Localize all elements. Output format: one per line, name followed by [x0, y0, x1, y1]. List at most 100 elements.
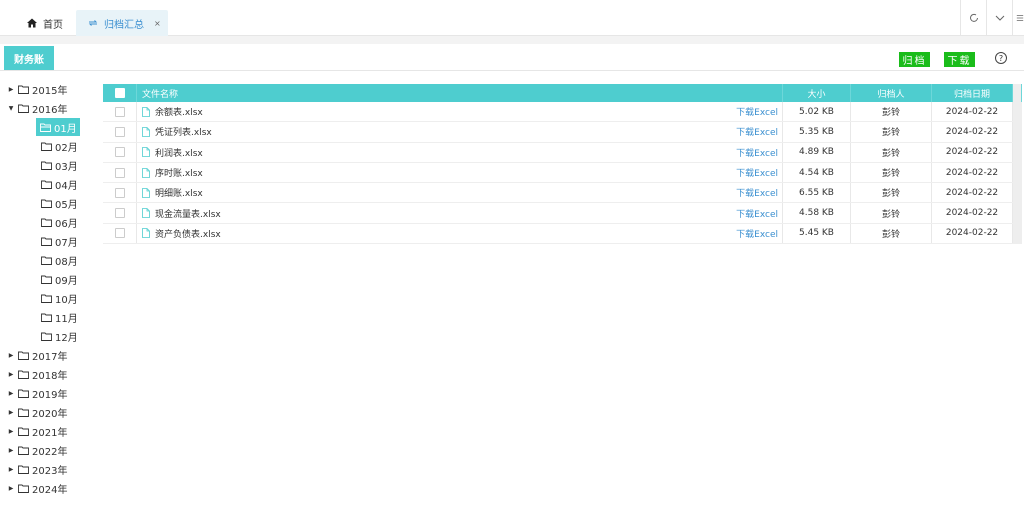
- tree-year-6[interactable]: ▶ 2021年: [6, 422, 67, 440]
- download-button[interactable]: 下载: [944, 52, 975, 67]
- settings-button[interactable]: [1012, 0, 1024, 36]
- name-cell: 利润表.xlsx 下载Excel: [137, 142, 783, 162]
- tree-month-0[interactable]: 01月: [36, 118, 80, 136]
- row-check-cell: [103, 102, 137, 122]
- select-all-cell: [103, 84, 137, 102]
- caret-right-icon[interactable]: ▶: [6, 466, 16, 473]
- caret-right-icon[interactable]: ▶: [6, 371, 16, 378]
- tree-month-label: 01月: [54, 123, 77, 135]
- tree-year-8[interactable]: ▶ 2023年: [6, 460, 67, 478]
- folder-icon: [18, 465, 29, 474]
- folder-icon: [18, 85, 29, 94]
- tree-month-11[interactable]: 12月: [39, 327, 78, 345]
- size-cell: 5.35 KB: [783, 122, 851, 142]
- caret-right-icon[interactable]: ▶: [6, 447, 16, 454]
- row-checkbox[interactable]: [114, 126, 125, 137]
- row-checkbox[interactable]: [114, 167, 125, 178]
- table-row[interactable]: 资产负债表.xlsx 下载Excel 5.45 KB 彭铃 2024-02-22: [103, 223, 1022, 245]
- date-cell: 2024-02-22: [932, 162, 1013, 183]
- caret-down-icon[interactable]: ▼: [6, 105, 16, 112]
- header-user: 归档人: [851, 84, 932, 102]
- file-name: 明细账.xlsx: [155, 189, 203, 200]
- tree-month-label: 05月: [55, 199, 78, 211]
- tree-year-label: 2022年: [32, 446, 68, 458]
- tree-year-0[interactable]: ▶ 2015年: [6, 80, 67, 98]
- row-scroll-gutter: [1013, 102, 1022, 122]
- reload-button[interactable]: [960, 0, 986, 36]
- table-row[interactable]: 现金流量表.xlsx 下载Excel 4.58 KB 彭铃 2024-02-22: [103, 203, 1022, 224]
- tree-year-label: 2024年: [32, 484, 68, 496]
- table-header: 文件名称 大小 归档人 归档日期: [103, 84, 1022, 102]
- tree-year-1[interactable]: ▼ 2016年: [6, 99, 67, 117]
- divider: [0, 70, 1024, 71]
- close-icon[interactable]: ×: [154, 19, 161, 28]
- row-checkbox[interactable]: [114, 187, 125, 198]
- download-excel-link[interactable]: 下载Excel: [736, 186, 778, 199]
- caret-right-icon[interactable]: ▶: [6, 86, 16, 93]
- tab-home[interactable]: 首页: [20, 10, 75, 36]
- tree-month-9[interactable]: 10月: [39, 289, 78, 307]
- help-icon[interactable]: ?: [995, 52, 1007, 64]
- row-check-cell: [103, 183, 137, 203]
- row-scroll-gutter: [1013, 183, 1022, 203]
- folder-icon: [18, 351, 29, 360]
- download-excel-link[interactable]: 下载Excel: [736, 207, 778, 220]
- refresh-icon: [88, 20, 98, 26]
- name-cell: 序时账.xlsx 下载Excel: [137, 162, 783, 183]
- tree-year-3[interactable]: ▶ 2018年: [6, 365, 67, 383]
- row-checkbox[interactable]: [114, 228, 125, 239]
- folder-open-icon: [40, 123, 51, 132]
- name-cell: 余额表.xlsx 下载Excel: [137, 102, 783, 122]
- table-row[interactable]: 凭证列表.xlsx 下载Excel 5.35 KB 彭铃 2024-02-22: [103, 122, 1022, 143]
- row-scroll-gutter: [1013, 162, 1022, 183]
- download-excel-link[interactable]: 下载Excel: [736, 146, 778, 159]
- tree-month-label: 10月: [55, 294, 78, 306]
- table-row[interactable]: 序时账.xlsx 下载Excel 4.54 KB 彭铃 2024-02-22: [103, 162, 1022, 184]
- tree-month-4[interactable]: 05月: [39, 194, 78, 212]
- table-row[interactable]: 利润表.xlsx 下载Excel 4.89 KB 彭铃 2024-02-22: [103, 142, 1022, 163]
- tree-month-8[interactable]: 09月: [39, 270, 78, 288]
- row-checkbox[interactable]: [114, 147, 125, 158]
- tree-year-4[interactable]: ▶ 2019年: [6, 384, 67, 402]
- caret-right-icon[interactable]: ▶: [6, 428, 16, 435]
- archive-button[interactable]: 归档: [899, 52, 930, 67]
- tree-month-2[interactable]: 03月: [39, 156, 78, 174]
- tree-month-7[interactable]: 08月: [39, 251, 78, 269]
- tree-year-2[interactable]: ▶ 2017年: [6, 346, 67, 364]
- download-excel-link[interactable]: 下载Excel: [736, 166, 778, 179]
- caret-right-icon[interactable]: ▶: [6, 352, 16, 359]
- select-all-checkbox[interactable]: [114, 88, 125, 98]
- tree-year-9[interactable]: ▶ 2024年: [6, 479, 67, 497]
- size-cell: 4.54 KB: [783, 162, 851, 183]
- row-scroll-gutter: [1013, 142, 1022, 162]
- tree-year-label: 2020年: [32, 408, 68, 420]
- file-icon: [142, 187, 150, 198]
- tree-year-label: 2023年: [32, 465, 68, 477]
- row-checkbox[interactable]: [114, 208, 125, 219]
- tree-month-6[interactable]: 07月: [39, 232, 78, 250]
- tree-month-3[interactable]: 04月: [39, 175, 78, 193]
- table-row[interactable]: 余额表.xlsx 下载Excel 5.02 KB 彭铃 2024-02-22: [103, 102, 1022, 123]
- tree-year-7[interactable]: ▶ 2022年: [6, 441, 67, 459]
- download-excel-link[interactable]: 下载Excel: [736, 125, 778, 138]
- tab-archive-summary[interactable]: 归档汇总 ×: [76, 10, 168, 36]
- tree-year-label: 2018年: [32, 370, 68, 382]
- tree-month-1[interactable]: 02月: [39, 137, 78, 155]
- tab-menu-button[interactable]: [986, 0, 1012, 36]
- tree-month-label: 09月: [55, 275, 78, 287]
- file-icon: [142, 147, 150, 158]
- caret-right-icon[interactable]: ▶: [6, 390, 16, 397]
- caret-right-icon[interactable]: ▶: [6, 485, 16, 492]
- download-excel-link[interactable]: 下载Excel: [736, 227, 778, 240]
- tree-month-5[interactable]: 06月: [39, 213, 78, 231]
- tab-tools: [960, 0, 1024, 36]
- caret-right-icon[interactable]: ▶: [6, 409, 16, 416]
- tree-month-10[interactable]: 11月: [39, 308, 78, 326]
- section-tab-finance[interactable]: 财务账: [4, 46, 54, 70]
- download-excel-link[interactable]: 下载Excel: [736, 105, 778, 118]
- row-checkbox[interactable]: [114, 106, 125, 117]
- size-cell: 4.89 KB: [783, 142, 851, 162]
- tree-year-5[interactable]: ▶ 2020年: [6, 403, 67, 421]
- folder-icon: [41, 237, 52, 246]
- table-row[interactable]: 明细账.xlsx 下载Excel 6.55 KB 彭铃 2024-02-22: [103, 183, 1022, 204]
